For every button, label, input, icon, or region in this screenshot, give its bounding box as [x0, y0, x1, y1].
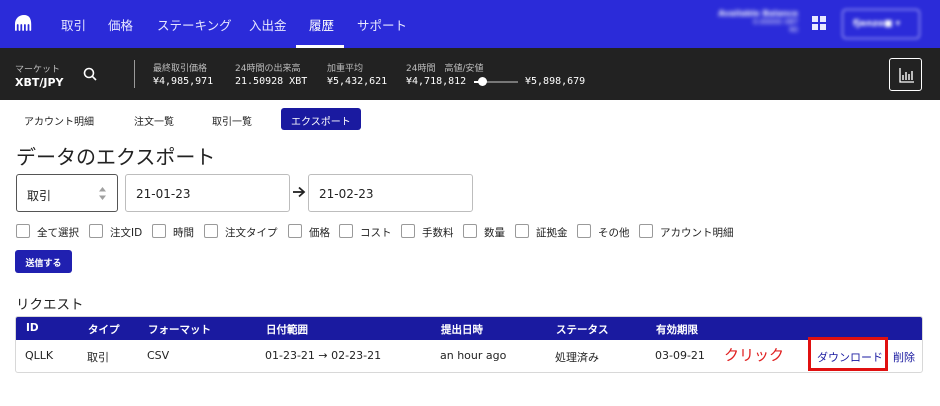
nav-prices[interactable]: 価格	[108, 15, 133, 34]
vwap-value: ¥5,432,621	[327, 76, 388, 87]
user-menu-button[interactable]: fjenzo■ ▾	[842, 9, 920, 39]
tab-account-ledger[interactable]: アカウント明細	[14, 108, 104, 130]
col-type: タイプ	[88, 324, 120, 336]
tab-trades[interactable]: 取引一覧	[202, 108, 262, 130]
top-nav: 取引 価格 ステーキング 入出金 履歴 サポート Available Balan…	[0, 0, 940, 48]
volume-value: 21.50928 XBT	[235, 76, 308, 87]
volume-label: 24時間の出来高	[235, 64, 301, 74]
bar-chart-icon	[899, 68, 914, 83]
checkbox-margin[interactable]	[515, 224, 529, 238]
checkbox-time-label: 時間	[173, 227, 194, 239]
checkbox-cost[interactable]	[339, 224, 353, 238]
checkbox-margin-label: 証拠金	[536, 227, 568, 239]
row-format: CSV	[147, 349, 170, 362]
chart-button[interactable]	[889, 58, 922, 91]
checkbox-order-id[interactable]	[89, 224, 103, 238]
account-balance[interactable]: Available Balance 0.00000 XBT ¥0	[700, 9, 798, 39]
high-value: ¥5,898,679	[525, 76, 586, 87]
checkbox-price[interactable]	[288, 224, 302, 238]
market-bar: マーケット XBT/JPY 最終取引価格 ¥4,985,971 24時間の出来高…	[0, 48, 940, 100]
nav-staking[interactable]: ステーキング	[157, 15, 232, 34]
checkbox-fee[interactable]	[401, 224, 415, 238]
kraken-logo-icon[interactable]	[12, 12, 36, 36]
checkbox-time[interactable]	[152, 224, 166, 238]
high-low-label: 24時間 高値/安値	[406, 64, 484, 74]
nav-support[interactable]: サポート	[357, 15, 407, 34]
market-divider	[134, 60, 135, 88]
checkbox-volume[interactable]	[463, 224, 477, 238]
checkbox-order-type-label: 注文タイプ	[225, 227, 278, 239]
col-submitted: 提出日時	[441, 324, 483, 336]
nav-funding[interactable]: 入出金	[249, 15, 287, 34]
tab-orders[interactable]: 注文一覧	[124, 108, 184, 130]
delete-link[interactable]: 削除	[893, 349, 915, 365]
col-status: ステータス	[556, 324, 609, 336]
checkbox-cost-label: コスト	[360, 227, 392, 239]
row-date-range: 01-23-21 → 02-23-21	[265, 349, 382, 362]
row-submitted: an hour ago	[440, 349, 507, 362]
high-low-range-marker	[478, 77, 488, 86]
checkbox-other-label: その他	[598, 227, 630, 239]
apps-grid-icon[interactable]	[812, 16, 826, 30]
click-annotation: クリック	[724, 346, 785, 364]
tab-export[interactable]: エクスポート	[281, 108, 361, 130]
requests-title: リクエスト	[16, 297, 84, 313]
market-label: マーケット	[15, 65, 61, 75]
nav-trade[interactable]: 取引	[61, 15, 86, 34]
checkbox-other[interactable]	[577, 224, 591, 238]
date-to-input[interactable]: 21-02-23	[308, 174, 473, 212]
row-status: 処理済み	[555, 351, 599, 364]
date-from-input[interactable]: 21-01-23	[125, 174, 290, 212]
low-value: ¥4,718,812	[406, 76, 467, 87]
table-header: ID タイプ フォーマット 日付範囲 提出日時 ステータス 有効期限	[16, 317, 922, 340]
col-expires: 有効期限	[656, 324, 698, 336]
checkbox-order-type[interactable]	[204, 224, 218, 238]
select-arrows-icon	[99, 187, 106, 200]
checkbox-price-label: 価格	[309, 227, 330, 239]
last-price-value: ¥4,985,971	[153, 76, 214, 87]
col-format: フォーマット	[148, 324, 211, 336]
checkbox-select-all-label: 全て選択	[37, 227, 79, 239]
page-title: データのエクスポート	[16, 145, 216, 169]
col-id: ID	[26, 322, 39, 334]
market-pair[interactable]: XBT/JPY	[15, 76, 64, 89]
requests-table: ID タイプ フォーマット 日付範囲 提出日時 ステータス 有効期限	[15, 316, 923, 373]
balance-label: Available Balance	[718, 9, 798, 18]
balance-sub: ¥0	[789, 26, 798, 34]
export-type-value: 取引	[27, 189, 52, 203]
arrow-right-icon	[293, 186, 306, 198]
last-price-label: 最終取引価格	[153, 64, 208, 74]
checkbox-select-all[interactable]	[16, 224, 30, 238]
nav-history[interactable]: 履歴	[309, 15, 334, 34]
col-date-range: 日付範囲	[266, 324, 308, 336]
export-type-select[interactable]: 取引	[16, 174, 118, 212]
balance-value: 0.00000 XBT	[752, 18, 798, 26]
checkbox-fee-label: 手数料	[422, 227, 454, 239]
row-id: QLLK	[25, 349, 54, 362]
row-type: 取引	[87, 351, 109, 364]
search-icon[interactable]	[83, 67, 97, 81]
row-expires: 03-09-21	[655, 349, 705, 362]
checkbox-order-id-label: 注文ID	[110, 227, 143, 239]
vwap-label: 加重平均	[327, 64, 364, 74]
submit-button[interactable]: 送信する	[15, 250, 72, 273]
checkbox-ledger[interactable]	[639, 224, 653, 238]
download-link[interactable]: ダウンロード	[817, 349, 883, 365]
checkbox-ledger-label: アカウント明細	[660, 227, 734, 239]
checkbox-volume-label: 数量	[484, 227, 505, 239]
